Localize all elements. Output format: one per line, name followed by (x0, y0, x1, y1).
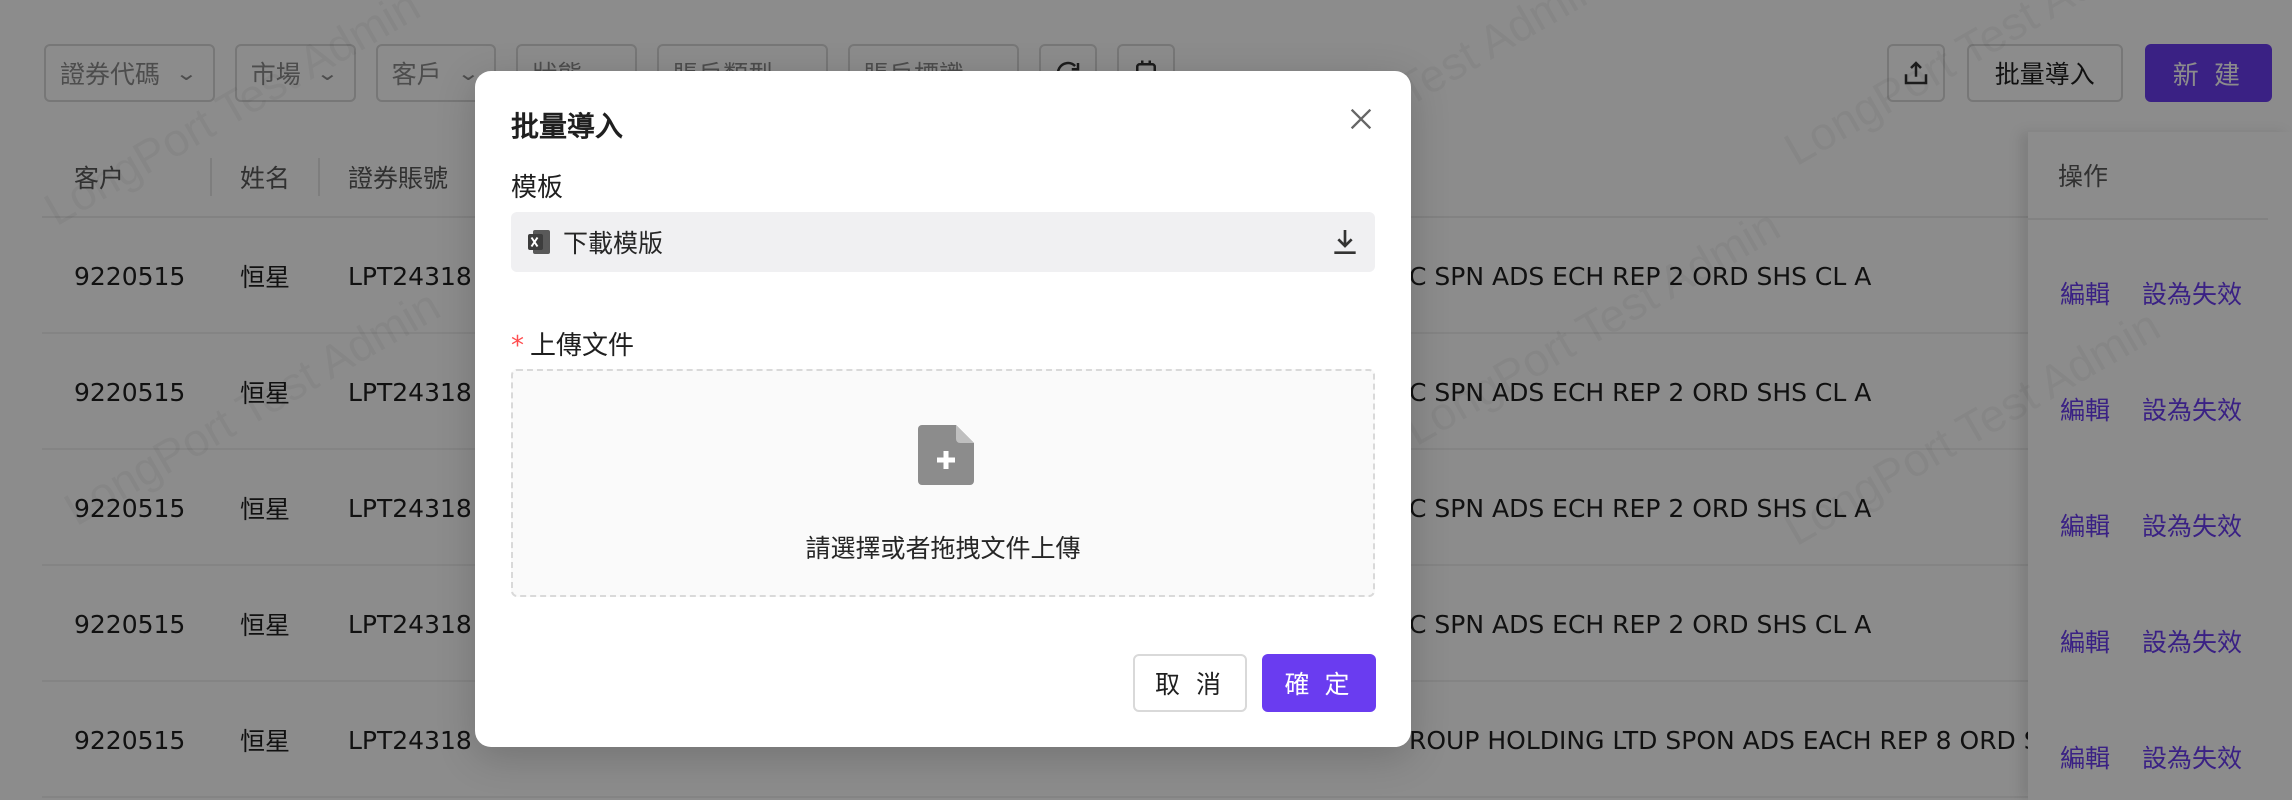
close-icon (1350, 108, 1372, 130)
dialog-title: 批量導入 (511, 110, 624, 143)
file-add-icon (918, 425, 974, 485)
upload-label: * 上傳文件 (511, 325, 634, 362)
excel-icon (528, 230, 550, 254)
bulk-import-dialog: 批量導入 模板 下載模版 * 上傳文件 請選擇或者拖拽文件上傳 取 消 確 定 (475, 71, 1411, 747)
template-label: 模板 (511, 173, 564, 203)
cancel-button[interactable]: 取 消 (1133, 654, 1247, 712)
download-template-link[interactable]: 下載模版 (563, 224, 663, 260)
download-template-row[interactable]: 下載模版 (511, 212, 1375, 272)
upload-dropzone[interactable]: 請選擇或者拖拽文件上傳 (511, 369, 1375, 597)
required-mark: * (511, 331, 524, 361)
upload-hint: 請選擇或者拖拽文件上傳 (805, 534, 1081, 563)
confirm-button[interactable]: 確 定 (1262, 654, 1376, 712)
close-button[interactable] (1341, 99, 1381, 139)
upload-label-text: 上傳文件 (530, 331, 635, 361)
download-icon[interactable] (1329, 226, 1361, 258)
